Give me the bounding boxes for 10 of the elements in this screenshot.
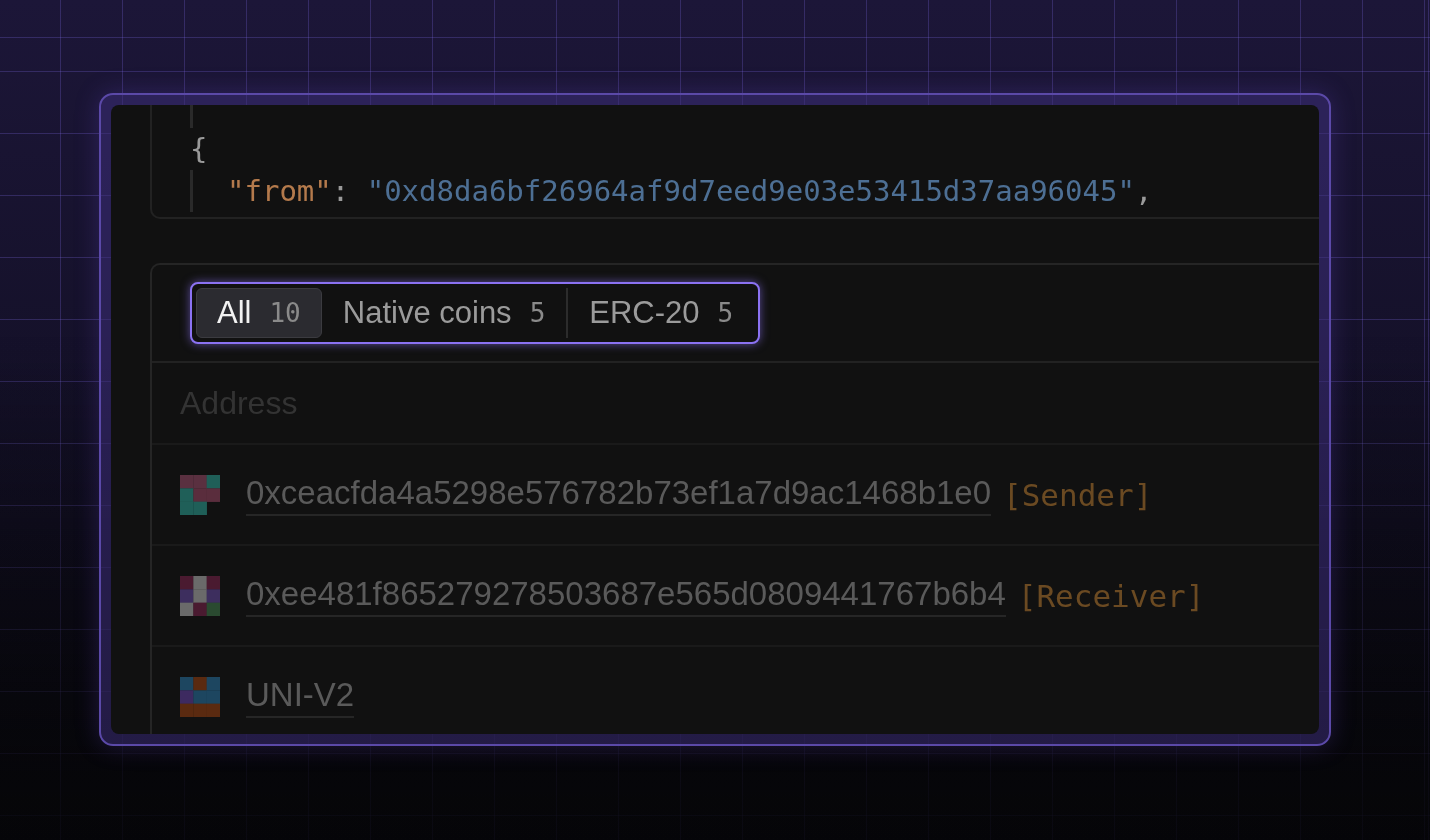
code-line: "from": "0xd8da6bf26964af9d7eed9e03e53415d37aa96045", [227,173,1153,210]
identicon-icon [180,676,220,717]
filter-tab[interactable]: All 10 [196,288,322,338]
role-tag: [Receiver] [1017,577,1205,614]
identicon-icon [180,474,220,515]
filter-tab[interactable]: ERC-20 5 [568,288,755,338]
role-tag: [Sender] [1003,476,1153,513]
filter-tab[interactable]: Native coins 5 [321,288,567,338]
identicon-icon [180,575,220,616]
code-brace: { [190,131,208,168]
